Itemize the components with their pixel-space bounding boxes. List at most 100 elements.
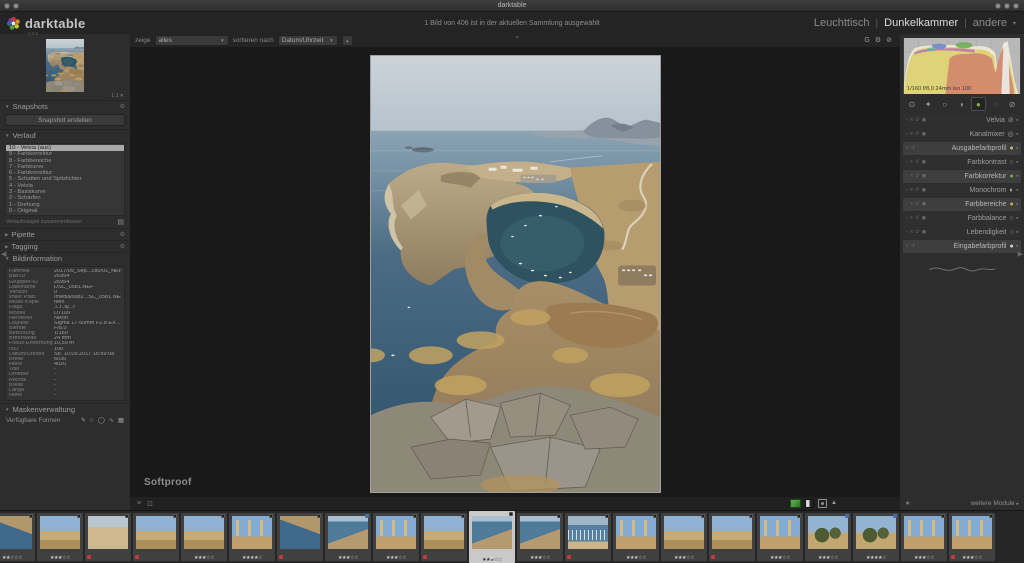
module-state-icon[interactable]: ○: [1010, 215, 1014, 222]
filmstrip-thumb[interactable]: ★★☆☆☆: [0, 513, 35, 561]
thumb-star-rating[interactable]: ★★★★☆: [853, 555, 899, 561]
module-control-icons[interactable]: ▫ ≡ ↺ ▣: [906, 118, 927, 123]
zoom-level-indicator[interactable]: 1:1 ▾: [111, 93, 123, 99]
module-row[interactable]: ≡ ↺ Eingabefarbprofil ● ◂: [903, 240, 1021, 253]
module-name[interactable]: Farbkontrast: [967, 159, 1006, 166]
module-control-icons[interactable]: ▫ ≡ ↺ ▣: [906, 188, 927, 193]
filmstrip-collapse-icon[interactable]: ▼: [489, 556, 495, 562]
minimize-button[interactable]: [995, 3, 1001, 9]
module-name[interactable]: Lebendigkeit: [967, 229, 1007, 236]
module-group-icon[interactable]: ⊙: [905, 98, 918, 110]
module-name[interactable]: Monochrom: [970, 187, 1007, 194]
view-andere[interactable]: andere: [973, 17, 1007, 29]
module-state-icon[interactable]: ●: [1010, 243, 1014, 250]
toolbar-icon[interactable]: ⚙: [875, 36, 881, 44]
thumb-star-rating[interactable]: ★★★☆☆: [373, 555, 419, 561]
warning-triangle-icon[interactable]: ▲: [831, 500, 837, 507]
pipette-header[interactable]: ▶ Pipette ⚙: [0, 228, 130, 240]
snapshots-header[interactable]: ▼ Snapshots ⚙: [0, 100, 130, 112]
mask-shape-icon[interactable]: ✎: [81, 417, 86, 424]
collapse-left-panel-icon[interactable]: ◀: [1, 250, 6, 258]
module-control-icons[interactable]: ▫ ≡ ↺ ▣: [906, 202, 927, 207]
create-snapshot-button[interactable]: Snapshot erstellen: [5, 114, 125, 126]
history-item[interactable]: 0 - Original: [6, 208, 124, 214]
module-control-icons[interactable]: ▫ ≡ ↺ ▣: [906, 230, 927, 235]
toolbar-icon[interactable]: G: [864, 37, 869, 44]
window-pin-button[interactable]: [13, 3, 19, 9]
module-row[interactable]: ▫ ≡ ↺ ▣ Farbkorrektur ● ◂: [903, 170, 1021, 183]
main-image[interactable]: [370, 55, 661, 493]
filmstrip-thumb[interactable]: ★★★☆☆: [757, 513, 803, 561]
sort-by-dropdown[interactable]: Datum/Uhrzeit ▼: [278, 35, 338, 46]
thumb-star-rating[interactable]: ★★★☆☆: [661, 555, 707, 561]
module-row[interactable]: ≡ ↺ Ausgabefarbprofil ● ◂: [903, 142, 1021, 155]
module-control-icons[interactable]: ▫ ≡ ↺ ▣: [906, 174, 927, 179]
close-button[interactable]: [1013, 3, 1019, 9]
module-state-icon[interactable]: ●: [1010, 145, 1014, 152]
module-name[interactable]: Farbbalance: [968, 215, 1007, 222]
module-control-icons[interactable]: ▫ ≡ ↺ ▣: [906, 132, 927, 137]
filmstrip-thumb[interactable]: [565, 513, 611, 561]
collapse-top-panel-icon[interactable]: ▲: [515, 34, 519, 39]
module-group-icon[interactable]: ◌: [989, 98, 1002, 110]
mask-shape-icon[interactable]: ○: [90, 417, 94, 424]
module-group-icon[interactable]: ✦: [922, 98, 935, 110]
navigation-thumbnail[interactable]: [46, 39, 84, 92]
filmstrip-thumb[interactable]: ★★★★☆: [229, 513, 275, 561]
thumb-star-rating[interactable]: ★★★☆☆: [949, 555, 995, 561]
module-name[interactable]: Eingabefarbprofil: [954, 243, 1007, 250]
module-name[interactable]: Velvia: [986, 117, 1005, 124]
module-state-icon[interactable]: ◐: [1010, 187, 1014, 194]
bottom-toolbar-icon[interactable]: ≡: [137, 500, 141, 508]
module-control-icons[interactable]: ▫ ≡ ↺ ▣: [906, 216, 927, 221]
maximize-button[interactable]: [1004, 3, 1010, 9]
module-name[interactable]: Ausgabefarbprofil: [952, 145, 1007, 152]
filmstrip-thumb[interactable]: ★★★☆☆: [901, 513, 947, 561]
softproof-image-icon[interactable]: [790, 499, 801, 508]
thumb-star-rating[interactable]: ★★★★☆: [229, 555, 275, 561]
filmstrip-thumb[interactable]: [133, 513, 179, 561]
module-state-icon[interactable]: ⊘: [1008, 117, 1014, 124]
gamut-check-icon[interactable]: [818, 499, 827, 508]
module-group-icon[interactable]: ◑: [955, 98, 968, 110]
filmstrip-thumb[interactable]: ★★★☆☆: [805, 513, 851, 561]
module-state-icon[interactable]: ○: [1010, 229, 1014, 236]
view-dunkelkammer[interactable]: Dunkelkammer: [884, 17, 958, 29]
history-header[interactable]: ▼ Verlauf: [0, 129, 130, 141]
filmstrip-thumb[interactable]: ★★★☆☆: [517, 513, 563, 561]
module-name[interactable]: Kanalmixer: [970, 131, 1005, 138]
thumb-star-rating[interactable]: ★★★☆☆: [805, 555, 851, 561]
collapse-right-panel-icon[interactable]: ▶: [1018, 250, 1023, 258]
module-row[interactable]: ▫ ≡ ↺ ▣ Velvia ⊘ ◂: [903, 114, 1021, 127]
filmstrip-thumb[interactable]: [85, 513, 131, 561]
bottom-toolbar-icon[interactable]: ⊡: [147, 500, 153, 508]
tagging-header[interactable]: ▶ Tagging ⚙: [0, 240, 130, 252]
module-group-icon[interactable]: ⊘: [1006, 98, 1019, 110]
thumb-star-rating[interactable]: ★★★☆☆: [37, 555, 83, 561]
thumb-star-rating[interactable]: ★★★☆☆: [757, 555, 803, 561]
window-menu-button[interactable]: [4, 3, 10, 9]
filmstrip-thumb[interactable]: ★★★☆☆: [37, 513, 83, 561]
module-state-icon[interactable]: ◎: [1008, 131, 1014, 138]
module-row[interactable]: ▫ ≡ ↺ ▣ Farbbereiche ● ◂: [903, 198, 1021, 211]
module-row[interactable]: ▫ ≡ ↺ ▣ Kanalmixer ◎ ◂: [903, 128, 1021, 141]
gear-icon[interactable]: ⚙: [120, 103, 125, 110]
filmstrip-thumb[interactable]: [421, 513, 467, 561]
toolbar-icon[interactable]: ⊘: [886, 36, 892, 44]
module-state-icon[interactable]: ○: [1010, 159, 1014, 166]
filmstrip-thumb[interactable]: ★★★☆☆: [181, 513, 227, 561]
filmstrip-thumb[interactable]: ★★★☆☆: [613, 513, 659, 561]
show-filter-dropdown[interactable]: alles ▼: [155, 35, 229, 46]
thumb-star-rating[interactable]: ★★★☆☆: [517, 555, 563, 561]
histogram[interactable]: 1/160 f/8,0 24mm iso 100: [903, 38, 1021, 94]
gear-icon[interactable]: ⚙: [120, 243, 125, 250]
filmstrip-thumb[interactable]: ★★★☆☆: [949, 513, 995, 561]
module-state-icon[interactable]: ●: [1010, 173, 1014, 180]
filmstrip-thumb[interactable]: ★★★☆☆: [325, 513, 371, 561]
module-control-icons[interactable]: ≡ ↺: [906, 146, 916, 151]
more-modules-button[interactable]: weitere Module ▸: [971, 500, 1019, 507]
image-info-header[interactable]: ▼ Bildinformation: [0, 252, 130, 264]
compress-history-row[interactable]: Verlaufsstapel zusammenfassen ▤: [0, 217, 130, 228]
filmstrip-thumb[interactable]: ★★★☆☆: [661, 513, 707, 561]
module-group-icon[interactable]: ○: [938, 98, 951, 110]
